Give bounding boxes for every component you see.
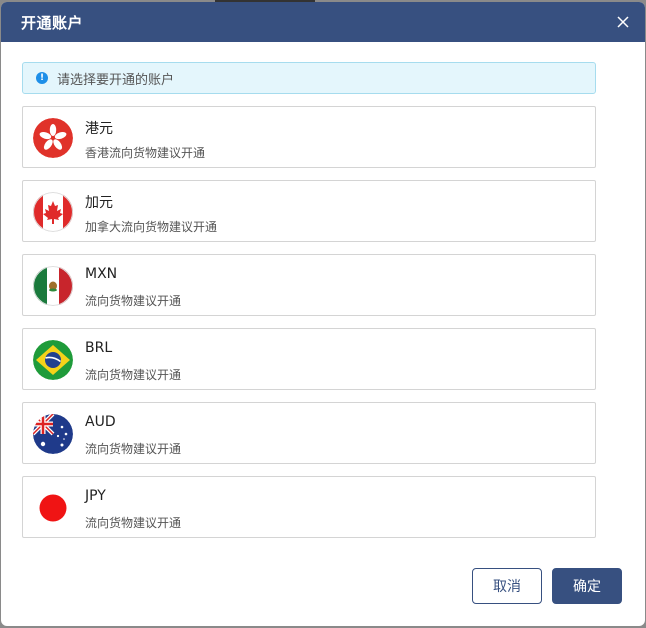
- account-description: 流向货物建议开通: [85, 442, 182, 456]
- account-currency: MXN: [85, 266, 118, 282]
- account-list: 港元 香港流向货物建议开通 加元 加拿大流向货物建议开通 MXN 流向货物建议开…: [22, 106, 596, 550]
- notice-text: 请选择要开通的账户: [57, 72, 175, 88]
- dialog-title: 开通账户: [21, 13, 84, 32]
- mexico-flag-icon: [33, 266, 73, 306]
- dialog-header: 开通账户: [1, 2, 645, 42]
- account-description: 流向货物建议开通: [85, 294, 182, 308]
- account-card-aud[interactable]: AUD 流向货物建议开通: [22, 402, 596, 464]
- info-icon: !: [36, 72, 48, 84]
- account-currency: AUD: [85, 414, 116, 430]
- account-description: 流向货物建议开通: [85, 516, 182, 530]
- account-card-mxn[interactable]: MXN 流向货物建议开通: [22, 254, 596, 316]
- cancel-button[interactable]: 取消: [472, 568, 542, 604]
- hong-kong-flag-icon: [33, 118, 73, 158]
- account-card-jpy[interactable]: JPY 流向货物建议开通: [22, 476, 596, 538]
- confirm-button[interactable]: 确定: [552, 568, 622, 604]
- account-card-cad[interactable]: 加元 加拿大流向货物建议开通: [22, 180, 596, 242]
- account-description: 加拿大流向货物建议开通: [85, 220, 218, 234]
- account-description: 香港流向货物建议开通: [85, 146, 206, 160]
- account-card-brl[interactable]: BRL 流向货物建议开通: [22, 328, 596, 390]
- account-description: 流向货物建议开通: [85, 368, 182, 382]
- account-currency: JPY: [85, 488, 106, 504]
- account-currency: 港元: [85, 121, 113, 137]
- open-account-dialog: 开通账户 ! 请选择要开通的账户 港元 香港流向货物建议开通 加元 加拿大流向货…: [1, 2, 645, 626]
- japan-flag-icon: [33, 488, 73, 528]
- info-notice: ! 请选择要开通的账户: [22, 62, 596, 94]
- canada-flag-icon: [33, 192, 73, 232]
- account-currency: BRL: [85, 340, 113, 356]
- account-card-hkd[interactable]: 港元 香港流向货物建议开通: [22, 106, 596, 168]
- close-icon[interactable]: [613, 12, 633, 32]
- australia-flag-icon: [33, 414, 73, 454]
- brazil-flag-icon: [33, 340, 73, 380]
- account-currency: 加元: [85, 195, 113, 211]
